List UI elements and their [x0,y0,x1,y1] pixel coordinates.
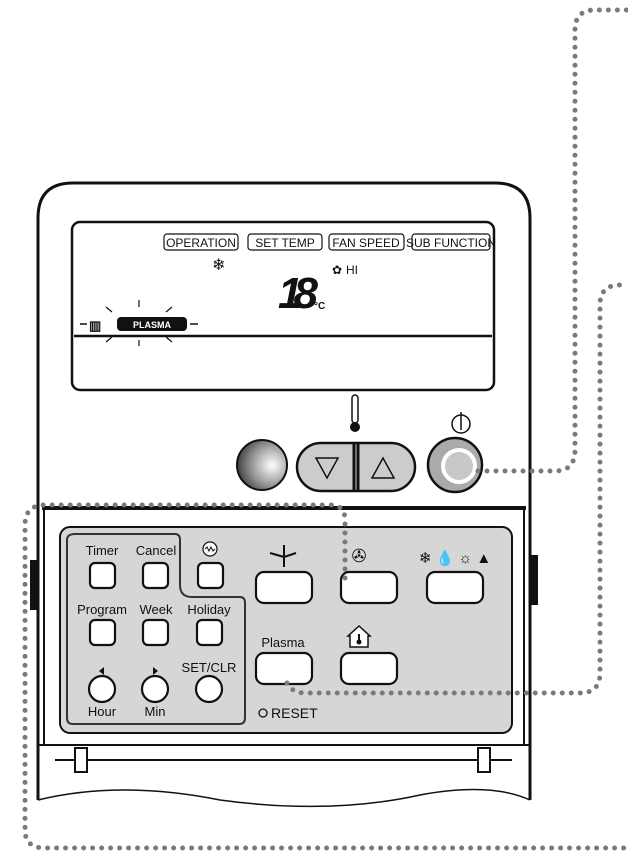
lcd-plasma-label: PLASMA [133,320,172,330]
lcd-temperature: 18 [278,269,319,318]
lcd-label-operation: OPERATION [166,236,236,250]
temp-up-button[interactable] [360,445,413,489]
fan-direction-button[interactable] [254,570,314,605]
side-tab-left [30,560,39,610]
set-clr-button[interactable] [194,674,224,704]
plasma-label: Plasma [261,635,305,650]
mode-button[interactable] [425,570,485,605]
room-temp-button[interactable] [339,651,399,686]
program-label: Program [77,602,127,617]
program-button[interactable] [88,618,117,647]
fan-icon: ✿ [332,263,342,277]
cancel-label: Cancel [136,543,177,558]
timer-label: Timer [86,543,119,558]
plasma-button[interactable] [254,651,314,686]
cancel-button[interactable] [141,561,170,590]
heater-button[interactable] [196,561,225,590]
snowflake-icon: ❄ [212,257,225,274]
temperature-buttons [295,441,417,493]
filter-icon: ▥ [89,318,101,333]
lcd-fan-speed: HI [346,263,358,277]
holiday-button[interactable] [195,618,224,647]
min-label: Min [145,704,166,719]
timer-button[interactable] [88,561,117,590]
round-button[interactable] [236,439,288,491]
fan-icon: ✇ [351,546,366,566]
lcd-label-sub-function: SUB FUNCTION [406,236,496,250]
week-label: Week [140,602,173,617]
temp-down-button[interactable] [299,445,352,489]
lcd-label-set-temp: SET TEMP [255,236,315,250]
hour-label: Hour [88,704,117,719]
fan-speed-button[interactable] [339,570,399,605]
reset-label: RESET [271,705,318,721]
lcd-label-fan-speed: FAN SPEED [332,236,400,250]
mode-icons: ❄ 💧 ☼ ▲ [419,549,491,567]
set-clr-label: SET/CLR [182,660,237,675]
holiday-label: Holiday [187,602,231,617]
thermometer-icon [350,394,360,432]
week-button[interactable] [141,618,170,647]
lcd-unit: °C [314,301,325,312]
side-tab-right [529,555,538,605]
min-button[interactable] [140,674,170,704]
remote-controller-diagram: OPERATION SET TEMP FAN SPEED SUB FUNCTIO… [22,7,628,851]
hour-button[interactable] [87,674,117,704]
